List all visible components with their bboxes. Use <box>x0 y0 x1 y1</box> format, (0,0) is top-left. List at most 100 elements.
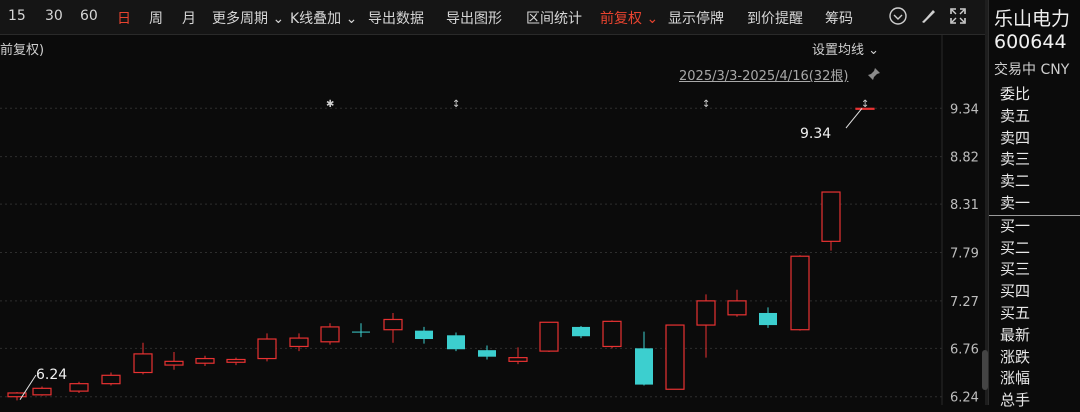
stock-name: 乐山电力 <box>994 8 1071 30</box>
y-tick-label: 7.79 <box>950 247 979 262</box>
orderbook-row-3: 卖三 <box>1000 150 1031 169</box>
candle-body <box>790 255 810 331</box>
candle[interactable] <box>635 331 653 386</box>
candle[interactable] <box>602 320 622 349</box>
candle-body <box>164 360 184 366</box>
orderbook-row-4: 卖二 <box>1000 172 1031 191</box>
candle-body <box>289 337 309 348</box>
candle[interactable] <box>478 345 496 360</box>
candle[interactable] <box>32 386 52 396</box>
candle-body <box>727 300 747 316</box>
candle-body <box>320 326 340 343</box>
event-marker-icon[interactable]: ✱ <box>326 99 334 110</box>
candle[interactable] <box>352 323 370 338</box>
max-price-label: 9.34 <box>800 126 831 142</box>
candle-body <box>133 353 153 374</box>
candle-body <box>69 383 89 392</box>
candle-body <box>101 374 121 385</box>
candle[interactable] <box>257 333 277 362</box>
event-marker-icon[interactable]: ↕ <box>861 99 869 110</box>
candle[interactable] <box>727 289 747 317</box>
candle[interactable] <box>7 392 27 401</box>
y-tick-label: 6.76 <box>950 342 979 357</box>
smile-icon[interactable] <box>888 6 908 26</box>
order-book: 委比 卖五 卖四 卖三 卖二 卖一 买一 买二 买三 买四 买五 最新 涨跌 涨幅 总手 <box>989 84 1080 412</box>
kline-chart[interactable]: 前复权) 设置均线 ⌄ 2025/3/3-2025/4/16(32根) 9.34… <box>0 35 985 405</box>
toolbar-item-1[interactable]: 30 <box>45 8 63 24</box>
orderbook-row-1: 卖五 <box>1000 106 1031 125</box>
candle[interactable] <box>69 381 89 393</box>
candle-body <box>821 191 841 242</box>
candle-body <box>195 357 215 364</box>
toolbar-item-7[interactable]: K线叠加 ⌄ <box>290 8 357 28</box>
annotation-arrow <box>19 374 37 400</box>
candle-body <box>383 318 403 331</box>
candle[interactable] <box>696 294 716 358</box>
orderbook-row-12: 涨跌 <box>1000 347 1031 366</box>
y-tick-label: 7.27 <box>950 295 979 310</box>
orderbook-row-5: 卖一 <box>989 193 1080 216</box>
candle[interactable] <box>665 324 685 390</box>
candle[interactable] <box>195 355 215 366</box>
candle-body <box>447 335 465 350</box>
min-price-label: 6.24 <box>36 367 67 383</box>
y-tick-label: 8.31 <box>950 198 979 213</box>
candle-body <box>415 330 433 340</box>
orderbook-row-6: 买一 <box>1000 216 1031 235</box>
toolbar-item-5[interactable]: 月 <box>182 8 196 28</box>
candle-body <box>478 350 496 357</box>
candle[interactable] <box>572 325 590 339</box>
candle[interactable] <box>133 342 153 375</box>
candle[interactable] <box>790 255 810 331</box>
brush-icon[interactable] <box>918 6 938 26</box>
y-tick-label: 6.24 <box>950 391 979 405</box>
candle-body <box>508 357 528 362</box>
stock-code: 600644 <box>994 31 1067 53</box>
orderbook-row-9: 买四 <box>1000 282 1031 301</box>
toolbar-item-8[interactable]: 导出数据 <box>368 8 424 28</box>
event-marker-icon[interactable]: ↕ <box>702 99 710 110</box>
toolbar-item-2[interactable]: 60 <box>80 8 98 24</box>
y-tick-label: 8.82 <box>950 151 979 166</box>
candle[interactable] <box>759 307 777 328</box>
candle-body <box>539 321 559 352</box>
toolbar-item-0[interactable]: 15 <box>8 8 26 24</box>
candle[interactable] <box>821 191 841 251</box>
orderbook-row-14: 总手 <box>1000 391 1031 410</box>
toolbar-item-3[interactable]: 日 <box>117 8 131 28</box>
candle-body <box>602 320 622 348</box>
toolbar-item-14[interactable]: 筹码 <box>825 8 853 28</box>
orderbook-row-10: 买五 <box>1000 303 1031 322</box>
candle-body <box>696 300 716 326</box>
candle-body <box>665 324 685 390</box>
event-marker-icon[interactable]: ↕ <box>452 99 460 110</box>
candle[interactable] <box>164 352 184 370</box>
candle-body <box>32 387 52 396</box>
toolbar-item-4[interactable]: 周 <box>149 8 163 28</box>
candle[interactable] <box>415 326 433 344</box>
toolbar-item-10[interactable]: 区间统计 <box>526 8 582 28</box>
candle[interactable] <box>226 357 246 366</box>
candle[interactable] <box>508 347 528 365</box>
candle-body <box>635 348 653 385</box>
chart-toolbar: 15 30 60 日周月更多周期 ⌄ K线叠加 ⌄ 导出数据 导出图形 区间统计 前复权 ⌄ 显示… <box>0 0 985 35</box>
fullscreen-icon[interactable] <box>948 6 968 26</box>
orderbook-row-0: 委比 <box>1000 85 1031 103</box>
toolbar-item-11[interactable]: 前复权 ⌄ <box>600 8 658 28</box>
toolbar-item-12[interactable]: 显示停牌 <box>668 8 724 28</box>
candle[interactable] <box>539 321 559 353</box>
candlestick-svg: 9.34 8.82 8.31 7.79 7.27 6.76 6.24 ✱ ↕ ↕ ↕ 9.34 6.24 <box>0 35 979 405</box>
candle[interactable] <box>447 332 465 352</box>
candle[interactable] <box>320 323 340 345</box>
candle-body <box>352 331 370 333</box>
candle-body <box>257 338 277 360</box>
annotation-arrow <box>845 107 863 129</box>
candle[interactable] <box>383 312 403 343</box>
toolbar-item-9[interactable]: 导出图形 <box>446 8 502 28</box>
candle-body <box>759 312 777 326</box>
toolbar-item-13[interactable]: 到价提醒 <box>747 8 803 28</box>
candle[interactable] <box>101 372 121 386</box>
toolbar-item-6[interactable]: 更多周期 ⌄ <box>212 8 284 28</box>
candle-body <box>226 358 246 363</box>
orderbook-row-8: 买三 <box>1000 260 1031 279</box>
